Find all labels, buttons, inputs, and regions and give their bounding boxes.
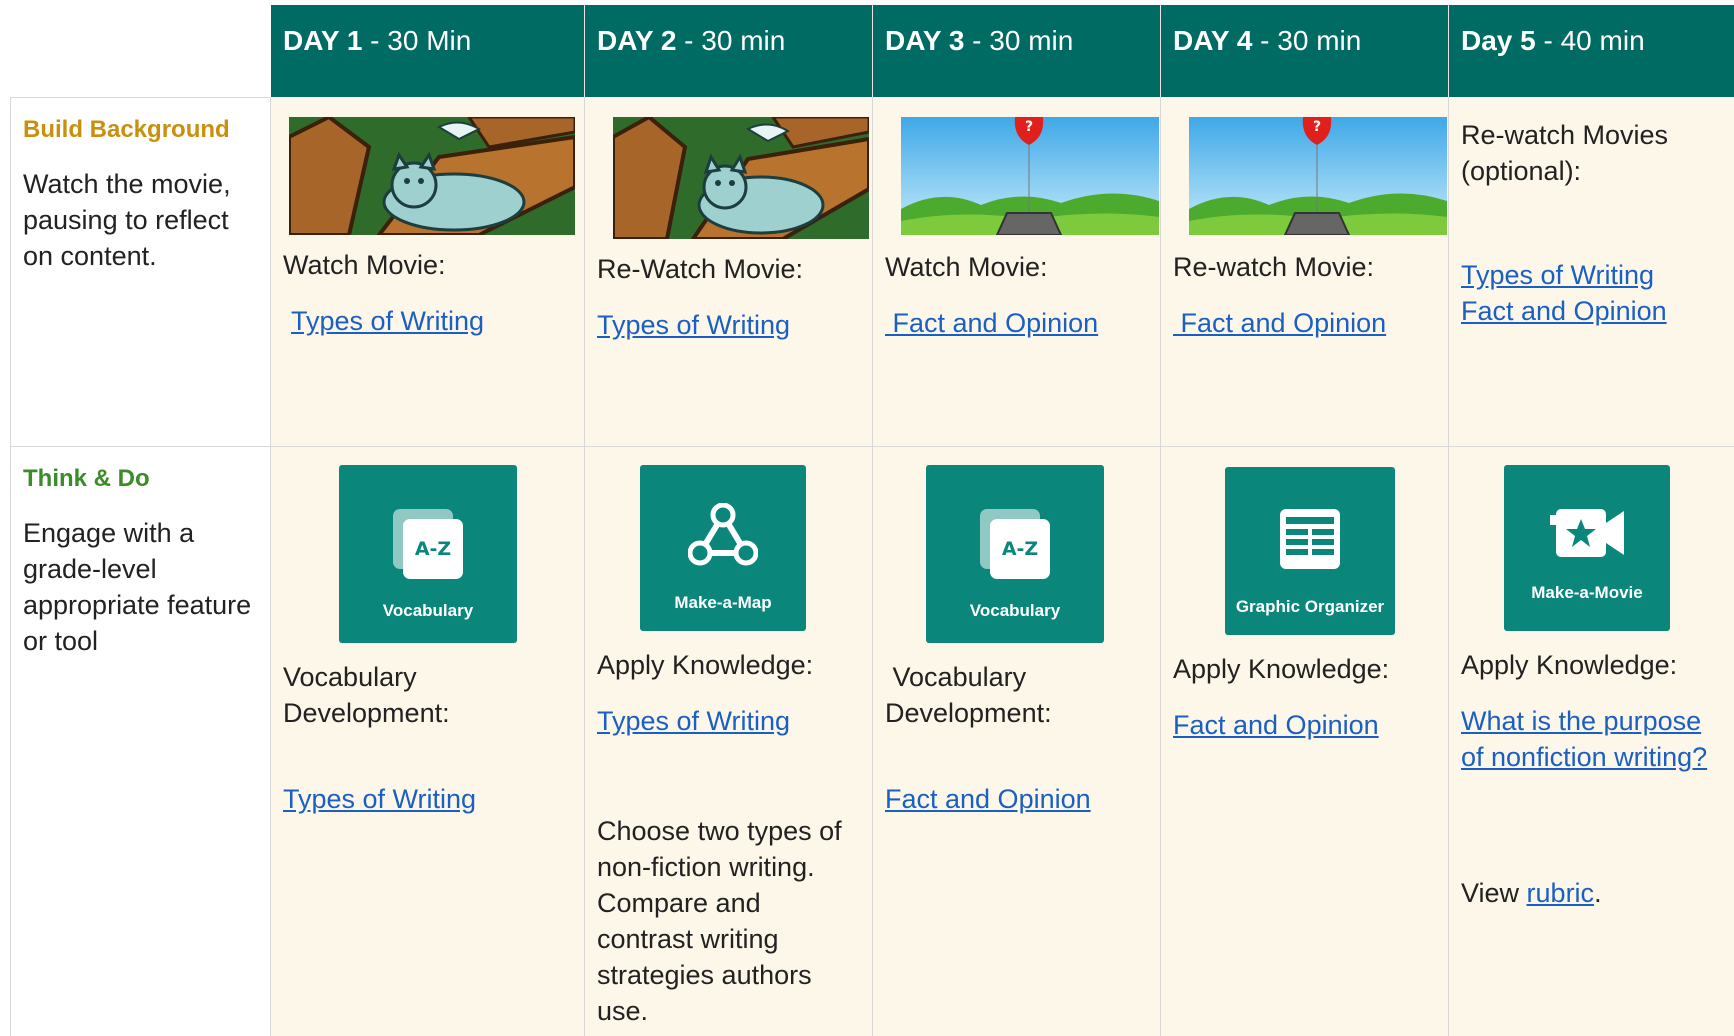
movie-link-fact-and-opinion[interactable]: Fact and Opinion <box>1173 305 1387 341</box>
activity-label: Re-Watch Movie: <box>597 254 804 284</box>
movie-thumbnail-cat-in-tree[interactable] <box>613 117 869 239</box>
vocabulary-cards-icon: A-Z <box>980 509 1050 579</box>
movie-thumbnail-balloon-fact[interactable]: ? <box>1189 117 1447 235</box>
cell-day4-think: Graphic Organizer Apply Knowledge: Fact … <box>1161 447 1449 1036</box>
rubric-line: View rubric. <box>1461 878 1602 908</box>
graphic-organizer-icon <box>1280 509 1340 569</box>
header-day-5: Day 5 - 40 min <box>1449 5 1734 97</box>
activity-label: Vocabulary Development: <box>283 662 450 728</box>
row-description: Engage with a grade-level appropriate fe… <box>23 518 252 656</box>
movie-link-types-of-writing[interactable]: Types of Writing <box>291 303 484 339</box>
cell-day4-build: ? Re-watch Movie: Fact and Opinion <box>1161 97 1449 447</box>
lesson-plan-table: DAY 1 - 30 Min DAY 2 - 30 min DAY 3 - 30… <box>10 5 1734 1036</box>
svg-text:A-Z: A-Z <box>415 538 451 560</box>
movie-thumbnail-balloon-fact[interactable]: ? <box>901 117 1159 235</box>
tool-link-types-of-writing[interactable]: Types of Writing <box>283 781 476 817</box>
row-description: Watch the movie, pausing to reflect on c… <box>23 169 231 271</box>
vocabulary-cards-icon: A-Z <box>393 509 463 579</box>
tile-label: Make-a-Map <box>674 593 772 612</box>
tool-link-types-of-writing[interactable]: Types of Writing <box>597 703 790 739</box>
vocabulary-tool-tile[interactable]: A-Z Vocabulary <box>339 465 517 643</box>
tool-link-purpose-of-nonfiction[interactable]: What is the purpose of nonfiction writin… <box>1461 703 1723 775</box>
header-day-2: DAY 2 - 30 min <box>585 5 873 97</box>
make-a-movie-tool-tile[interactable]: Make-a-Movie <box>1504 465 1670 631</box>
cell-day2-build: Re-Watch Movie: Types of Writing <box>585 97 873 447</box>
cell-day3-think: A-Z Vocabulary Vocabulary Development: F… <box>873 447 1161 1036</box>
row-label-think-and-do: Think & Do Engage with a grade-level app… <box>10 447 271 1036</box>
cell-day3-build: ? Watch Movie: Fact and Opinion <box>873 97 1161 447</box>
cell-day1-think: A-Z Vocabulary Vocabulary Development: T… <box>271 447 585 1036</box>
svg-text:?: ? <box>1025 119 1033 135</box>
cell-day5-think: Make-a-Movie Apply Knowledge: What is th… <box>1449 447 1734 1036</box>
movie-link-fact-and-opinion[interactable]: Fact and Opinion <box>885 305 1099 341</box>
cell-day2-think: Make-a-Map Apply Knowledge: Types of Wri… <box>585 447 873 1036</box>
activity-label: Apply Knowledge: <box>1173 654 1390 684</box>
activity-label: Vocabulary Development: <box>885 662 1052 728</box>
tile-label: Graphic Organizer <box>1235 597 1385 616</box>
row-label-build-background: Build Background Watch the movie, pausin… <box>10 97 271 447</box>
graphic-organizer-tool-tile[interactable]: Graphic Organizer <box>1225 467 1395 635</box>
header-day-1: DAY 1 - 30 Min <box>271 5 585 97</box>
header-day-3: DAY 3 - 30 min <box>873 5 1161 97</box>
svg-text:?: ? <box>1313 119 1321 135</box>
make-a-map-tool-tile[interactable]: Make-a-Map <box>640 465 806 631</box>
tile-label: Vocabulary <box>382 601 474 620</box>
movie-link-types-of-writing[interactable]: Types of Writing <box>1461 257 1654 293</box>
row-title: Think & Do <box>23 465 150 492</box>
activity-instructions: Choose two types of non-fiction writing.… <box>597 816 842 1026</box>
activity-label: Watch Movie: <box>885 252 1048 282</box>
cell-day5-build: Re-watch Movies (optional): Types of Wri… <box>1449 97 1734 447</box>
activity-label: Re-watch Movies (optional): <box>1461 120 1669 186</box>
row-title: Build Background <box>23 116 230 143</box>
cell-day1-build: Watch Movie: Types of Writing <box>271 97 585 447</box>
svg-text:A-Z: A-Z <box>1002 538 1038 560</box>
activity-label: Apply Knowledge: <box>1461 650 1678 680</box>
tool-link-fact-and-opinion[interactable]: Fact and Opinion <box>885 781 1091 817</box>
movie-thumbnail-cat-in-tree[interactable] <box>289 117 575 235</box>
activity-label: Apply Knowledge: <box>597 650 814 680</box>
movie-camera-icon <box>1550 509 1624 557</box>
header-day-4: DAY 4 - 30 min <box>1161 5 1449 97</box>
movie-link-types-of-writing[interactable]: Types of Writing <box>597 307 790 343</box>
activity-label: Re-watch Movie: <box>1173 252 1375 282</box>
movie-link-fact-and-opinion[interactable]: Fact and Opinion <box>1461 293 1667 329</box>
concept-map-icon <box>688 503 758 566</box>
activity-label: Watch Movie: <box>283 250 446 280</box>
vocabulary-tool-tile[interactable]: A-Z Vocabulary <box>926 465 1104 643</box>
tool-link-fact-and-opinion[interactable]: Fact and Opinion <box>1173 707 1379 743</box>
tile-label: Vocabulary <box>969 601 1061 620</box>
rubric-link[interactable]: rubric <box>1527 878 1595 908</box>
tile-label: Make-a-Movie <box>1531 583 1643 602</box>
